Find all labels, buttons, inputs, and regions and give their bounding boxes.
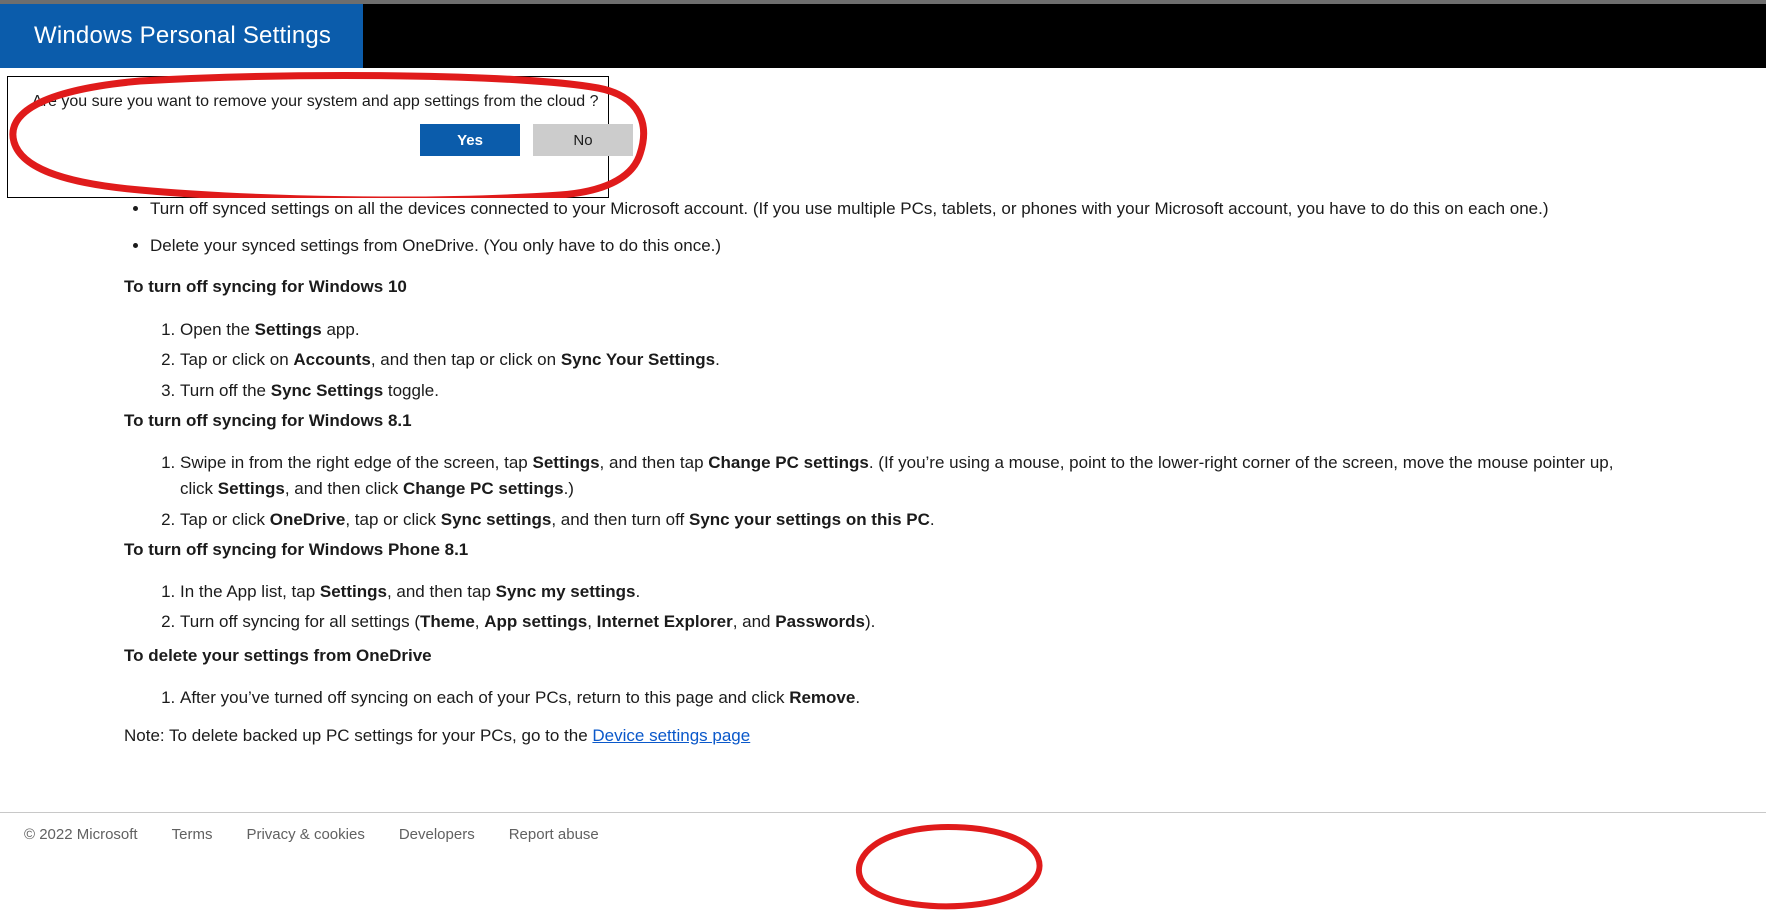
section-heading-windows-phone-81: To turn off syncing for Windows Phone 8.…: [124, 540, 469, 559]
page-title: Windows Personal Settings: [34, 22, 332, 49]
list-item: Turn off syncing for all settings (Theme…: [180, 609, 875, 635]
list-item: Tap or click on Accounts, and then tap o…: [180, 347, 720, 373]
note-prefix: Note: To delete backed up PC settings fo…: [124, 726, 593, 745]
list-item: In the App list, tap Settings, and then …: [180, 579, 875, 605]
copyright-text: © 2022 Microsoft: [24, 826, 138, 843]
list-item: Delete your synced settings from OneDriv…: [150, 233, 1549, 259]
list-item: Tap or click OneDrive, tap or click Sync…: [180, 507, 1650, 533]
section-heading-delete-onedrive: To delete your settings from OneDrive: [124, 646, 432, 665]
note-text: Note: To delete backed up PC settings fo…: [124, 723, 750, 749]
steps-windows-10: Open the Settings app. Tap or click on A…: [150, 317, 720, 408]
list-item: After you’ve turned off syncing on each …: [180, 685, 860, 711]
confirm-dialog-message: Are you sure you want to remove your sys…: [32, 93, 599, 110]
device-settings-page-link[interactable]: Device settings page: [592, 726, 750, 745]
list-item: Open the Settings app.: [180, 317, 720, 343]
title-bar: Windows Personal Settings: [0, 4, 363, 68]
requirement-bullet-list: Turn off synced settings on all the devi…: [124, 196, 1549, 271]
confirm-dialog-buttons: Yes No: [420, 124, 633, 156]
footer-link-privacy-cookies[interactable]: Privacy & cookies: [246, 826, 364, 843]
section-heading-windows-81: To turn off syncing for Windows 8.1: [124, 411, 412, 430]
steps-windows-phone-81: In the App list, tap Settings, and then …: [150, 579, 875, 640]
steps-windows-81: Swipe in from the right edge of the scre…: [150, 450, 1650, 537]
footer-link-developers[interactable]: Developers: [399, 826, 475, 843]
list-item: Turn off synced settings on all the devi…: [150, 196, 1549, 222]
yes-button[interactable]: Yes: [420, 124, 520, 156]
section-heading-windows-10: To turn off syncing for Windows 10: [124, 277, 407, 296]
list-item: Swipe in from the right edge of the scre…: [180, 450, 1650, 503]
footer-link-report-abuse[interactable]: Report abuse: [509, 826, 599, 843]
no-button[interactable]: No: [533, 124, 633, 156]
footer: © 2022 Microsoft Terms Privacy & cookies…: [0, 812, 1766, 856]
footer-link-terms[interactable]: Terms: [172, 826, 213, 843]
list-item: Turn off the Sync Settings toggle.: [180, 378, 720, 404]
confirm-dialog: Are you sure you want to remove your sys…: [7, 76, 633, 198]
steps-delete-onedrive: After you’ve turned off syncing on each …: [150, 685, 860, 715]
action-bar: Remove: [0, 856, 1766, 912]
app-window: Windows Personal Settings app data you c…: [0, 0, 1766, 912]
